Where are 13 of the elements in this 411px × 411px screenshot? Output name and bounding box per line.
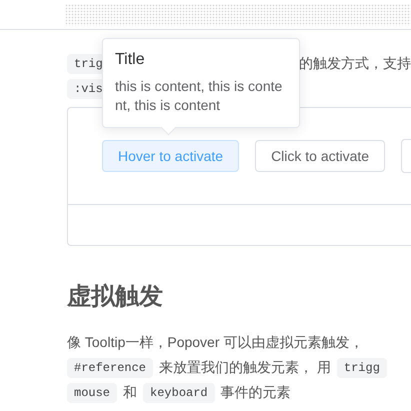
popover-content: this is content, this is content, this is content — [115, 77, 284, 115]
inline-code: keyboard — [143, 382, 215, 402]
inline-code: trigg — [336, 358, 387, 378]
popover-title: Title — [115, 51, 146, 69]
section-heading: 虚拟触发 — [67, 282, 164, 312]
body-text: 来放置我们的触发元素， 用 — [159, 358, 331, 376]
inline-code: #reference — [67, 358, 154, 378]
trigger-button[interactable]: Click to activate — [255, 140, 386, 172]
body-text: 和 — [123, 384, 138, 402]
inline-code: mouse — [67, 382, 118, 402]
body-text: 像 Tooltip一样，Popover 可以由虚拟元素触发， — [67, 334, 364, 352]
body-text: 事件的元素 — [220, 384, 291, 402]
body-text: 的触发方式，支持 — [299, 54, 411, 72]
